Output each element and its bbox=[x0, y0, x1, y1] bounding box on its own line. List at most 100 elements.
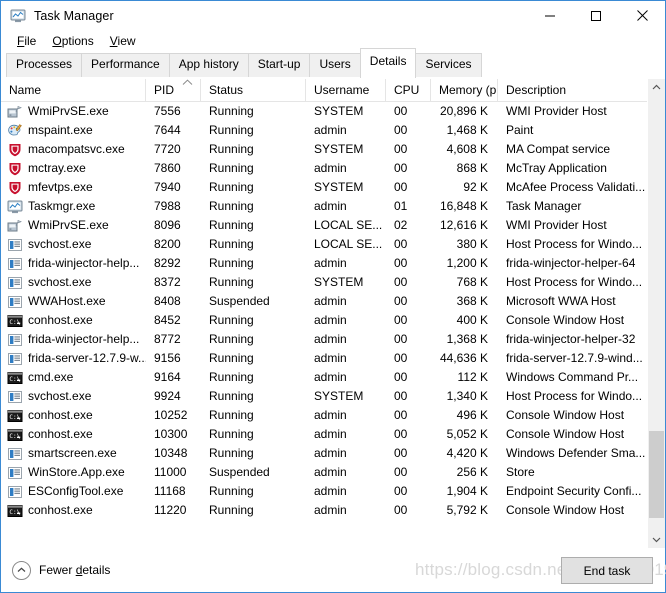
generic-app-icon bbox=[7, 351, 23, 367]
process-name-label: mctray.exe bbox=[28, 161, 86, 175]
cell-pid: 8408 bbox=[154, 294, 181, 308]
column-header-description[interactable]: Description bbox=[498, 79, 651, 101]
table-row[interactable]: C:\ conhost.exe 10252 Running admin 00 496 K Co… bbox=[1, 406, 665, 425]
table-row[interactable]: C:\ conhost.exe 10300 Running admin 00 5,052 K… bbox=[1, 425, 665, 444]
column-header-memory[interactable]: Memory (p... bbox=[431, 79, 498, 101]
cell-username: admin bbox=[314, 503, 347, 517]
table-row[interactable]: C:\ conhost.exe 8452 Running admin 00 400 K Con… bbox=[1, 311, 665, 330]
table-row[interactable]: WmiPrvSE.exe 8096 Running LOCAL SE... 02 12,6… bbox=[1, 216, 665, 235]
column-header-pid[interactable]: PID bbox=[146, 79, 201, 101]
end-task-button[interactable]: End task bbox=[561, 557, 653, 584]
vertical-scrollbar[interactable] bbox=[647, 79, 665, 548]
cell-memory: 5,052 K bbox=[446, 427, 488, 441]
scrollbar-thumb[interactable] bbox=[649, 430, 664, 518]
cell-pid: 11000 bbox=[154, 465, 187, 479]
table-row[interactable]: frida-winjector-help... 8772 Running admin 0… bbox=[1, 330, 665, 349]
cell-memory: 1,904 K bbox=[446, 484, 488, 498]
table-row[interactable]: frida-server-12.7.9-w... 9156 Running admin… bbox=[1, 349, 665, 368]
menu-item-view[interactable]: View bbox=[102, 33, 144, 50]
column-header-cpu[interactable]: CPU bbox=[386, 79, 431, 101]
cell-pid: 7556 bbox=[154, 104, 181, 118]
table-row[interactable]: mctray.exe 7860 Running admin 00 868 K McTray … bbox=[1, 159, 665, 178]
minimize-button[interactable] bbox=[527, 1, 573, 30]
cell-description: frida-winjector-helper-32 bbox=[506, 332, 636, 346]
scroll-up-icon[interactable] bbox=[648, 79, 665, 96]
process-name-label: mfevtps.exe bbox=[28, 180, 93, 194]
column-header-status[interactable]: Status bbox=[201, 79, 306, 101]
tab-users[interactable]: Users bbox=[309, 53, 361, 78]
cell-memory: 44,636 K bbox=[439, 351, 488, 365]
cell-pid: 8096 bbox=[154, 218, 181, 232]
cell-status: Running bbox=[209, 104, 254, 118]
table-row[interactable]: ESConfigTool.exe 11168 Running admin 00 1,904… bbox=[1, 482, 665, 501]
table-row[interactable]: smartscreen.exe 10348 Running admin 00 4,420 … bbox=[1, 444, 665, 463]
cell-description: Host Process for Windo... bbox=[506, 237, 643, 251]
column-header-name[interactable]: Name bbox=[1, 79, 146, 101]
cell-name: Taskmgr.exe bbox=[1, 197, 146, 216]
cell-name: WinStore.App.exe bbox=[1, 463, 146, 482]
table-row[interactable]: Taskmgr.exe 7988 Running admin 01 16,848 K Tas… bbox=[1, 197, 665, 216]
table-row[interactable]: WmiPrvSE.exe 7556 Running SYSTEM 00 20,896 K W… bbox=[1, 102, 665, 121]
table-row[interactable]: C:\ cmd.exe 9164 Running admin 00 112 K Windows… bbox=[1, 368, 665, 387]
process-name-label: conhost.exe bbox=[28, 503, 93, 517]
table-row[interactable]: svchost.exe 8200 Running LOCAL SE... 00 380 K… bbox=[1, 235, 665, 254]
tab-app-history[interactable]: App history bbox=[168, 53, 249, 78]
cell-cpu: 00 bbox=[394, 294, 408, 308]
scrollbar-track[interactable] bbox=[648, 96, 665, 531]
cell-pid: 8372 bbox=[154, 275, 181, 289]
table-row[interactable]: mfevtps.exe 7940 Running SYSTEM 00 92 K McAfee… bbox=[1, 178, 665, 197]
tab-performance[interactable]: Performance bbox=[81, 53, 170, 78]
table-row[interactable]: WinStore.App.exe 11000 Suspended admin 00 256… bbox=[1, 463, 665, 482]
cell-status: Suspended bbox=[209, 294, 270, 308]
cell-status: Running bbox=[209, 484, 254, 498]
tab-services[interactable]: Services bbox=[415, 53, 482, 78]
table-row[interactable]: C:\ conhost.exe 11220 Running admin 00 5,792 K… bbox=[1, 501, 665, 520]
mcafee-shield-icon bbox=[7, 180, 23, 196]
cell-pid: 8452 bbox=[154, 313, 181, 327]
cell-description: Task Manager bbox=[506, 199, 582, 213]
window-title: Task Manager bbox=[34, 8, 114, 23]
cell-pid: 9924 bbox=[154, 389, 181, 403]
cell-cpu: 00 bbox=[394, 408, 408, 422]
tab-start-up[interactable]: Start-up bbox=[247, 53, 311, 78]
process-name-label: svchost.exe bbox=[28, 275, 92, 289]
cell-name: macompatsvc.exe bbox=[1, 140, 146, 159]
cell-description: MA Compat service bbox=[506, 142, 611, 156]
task-manager-window: Task Manager File Options View Processes… bbox=[0, 0, 666, 593]
menu-item-file[interactable]: File bbox=[9, 33, 44, 50]
generic-app-icon bbox=[7, 446, 23, 462]
scroll-down-icon[interactable] bbox=[648, 531, 665, 548]
process-name-label: macompatsvc.exe bbox=[28, 142, 125, 156]
column-header-username[interactable]: Username bbox=[306, 79, 386, 101]
cell-cpu: 00 bbox=[394, 237, 408, 251]
table-row[interactable]: svchost.exe 8372 Running SYSTEM 00 768 K Host … bbox=[1, 273, 665, 292]
tab-details[interactable]: Details bbox=[359, 48, 417, 78]
cell-name: frida-winjector-help... bbox=[1, 254, 146, 273]
task-manager-icon bbox=[10, 8, 26, 24]
process-name-label: Taskmgr.exe bbox=[28, 199, 96, 213]
cell-description: Console Window Host bbox=[506, 313, 625, 327]
cell-description: frida-server-12.7.9-wind... bbox=[506, 351, 643, 365]
cell-name: WmiPrvSE.exe bbox=[1, 216, 146, 235]
menu-item-options[interactable]: Options bbox=[44, 33, 101, 50]
fewer-details-button[interactable]: Fewer details bbox=[12, 560, 110, 580]
tab-processes[interactable]: Processes bbox=[6, 53, 83, 78]
table-row[interactable]: frida-winjector-help... 8292 Running admin 0… bbox=[1, 254, 665, 273]
maximize-button[interactable] bbox=[573, 1, 619, 30]
cell-memory: 496 K bbox=[456, 408, 488, 422]
cell-username: SYSTEM bbox=[314, 389, 364, 403]
table-row[interactable]: macompatsvc.exe 7720 Running SYSTEM 00 4,608 … bbox=[1, 140, 665, 159]
cell-username: admin bbox=[314, 370, 347, 384]
menu-options-rest: ptions bbox=[61, 33, 94, 48]
table-row[interactable]: mspaint.exe 7644 Running admin 00 1,468 K Pain… bbox=[1, 121, 665, 140]
cell-memory: 16,848 K bbox=[439, 199, 488, 213]
cell-username: SYSTEM bbox=[314, 180, 364, 194]
cell-pid: 7860 bbox=[154, 161, 181, 175]
menu-file-rest: ile bbox=[24, 33, 37, 48]
column-header-label: Status bbox=[209, 83, 244, 97]
generic-app-icon bbox=[7, 237, 23, 253]
table-row[interactable]: svchost.exe 9924 Running SYSTEM 00 1,340 K Hos… bbox=[1, 387, 665, 406]
menu-view-rest: iew bbox=[117, 33, 136, 48]
close-button[interactable] bbox=[619, 1, 665, 30]
table-row[interactable]: WWAHost.exe 8408 Suspended admin 00 368 K Micr… bbox=[1, 292, 665, 311]
